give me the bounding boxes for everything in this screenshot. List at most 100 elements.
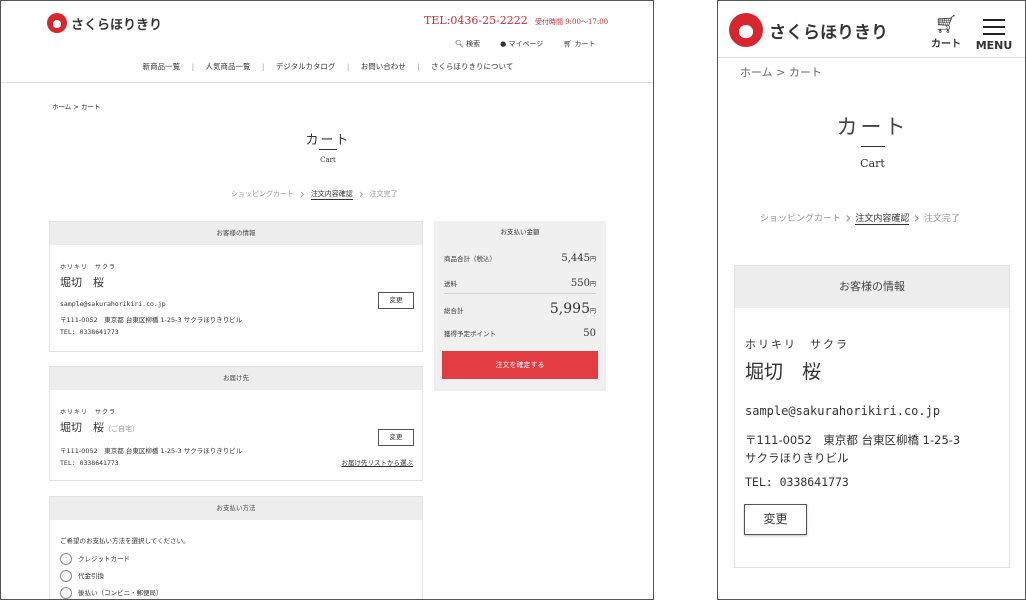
shipping-name: 堀切 桜 (60, 421, 104, 434)
payment-option-deferred[interactable]: 後払い（コンビニ・郵便局） (60, 585, 163, 599)
shipping-name-row: 堀切 桜（ご自宅） (60, 419, 139, 435)
brand-logo[interactable]: さくらほりきり (729, 13, 888, 47)
radio-icon[interactable] (60, 587, 72, 599)
global-nav: 新商品一覧 | 人気商品一覧 | デジタルカタログ | お問い合わせ | さくら… (1, 61, 653, 72)
step-chevron-icon: › (845, 208, 852, 227)
header-divider (1, 82, 653, 83)
page-title: カート (305, 133, 351, 148)
step-cart: ショッピングカート (231, 190, 294, 198)
checkout-steps: ショッピングカート › 注文内容確認 › 注文完了 (760, 208, 960, 227)
nav-separator: | (261, 62, 265, 71)
payment-method-panel: お支払い方法 ご希望のお支払い方法を選択してください。 クレジットカード 代金引… (49, 496, 423, 599)
title-underline (861, 146, 885, 147)
nav-contact[interactable]: お問い合わせ (361, 62, 406, 71)
menu-label: MENU (975, 39, 1013, 52)
step-chevron-icon: › (300, 187, 305, 201)
page-subtitle: Cart (320, 156, 336, 164)
payment-heading: お支払い方法 (50, 497, 422, 520)
summary-rows: 商品合計（税込） 5,445円 送料 550円 総合計 5,995円 獲得予定ポ… (444, 243, 596, 346)
payment-option-cod[interactable]: 代金引換 (60, 568, 163, 585)
header-divider (718, 57, 1025, 58)
shipping-address: 〒111-0052 東京都 台東区柳橋 1-25-3 サクラほりきりビル (60, 447, 243, 455)
nav-separator: | (346, 62, 350, 71)
customer-kana: ホリキリ サクラ (745, 338, 849, 351)
breadcrumb: ホーム > カート (52, 103, 101, 111)
customer-change-button[interactable]: 変更 (744, 504, 807, 535)
desktop-view: さくらほりきり TEL:0436-25-2222 受付時間 9:00～17:00… (0, 0, 654, 600)
sakura-logo-icon (47, 13, 67, 33)
customer-kana: ホリキリ サクラ (60, 264, 117, 271)
customer-address-line1: 〒111-0052 東京都 台東区柳橋 1-25-3 (745, 433, 961, 447)
step-complete: 注文完了 (923, 214, 960, 224)
shipping-change-button[interactable]: 変更 (378, 429, 414, 446)
sakura-logo-icon (729, 13, 763, 47)
shipping-heading: お届け先 (50, 367, 422, 390)
nav-new-products[interactable]: 新商品一覧 (143, 62, 181, 71)
step-confirm-current: 注文内容確認 (855, 211, 910, 225)
brand-logo[interactable]: さくらほりきり (47, 13, 162, 33)
user-icon: ● (500, 40, 507, 48)
shipping-panel: お届け先 ホリキリ サクラ 堀切 桜（ご自宅） 〒111-0052 東京都 台東… (49, 366, 423, 481)
payment-prompt: ご希望のお支払い方法を選択してください。 (60, 537, 190, 545)
confirm-order-button[interactable]: 注文を確定する (442, 351, 598, 379)
customer-address-line2: サクラほりきりビル (745, 451, 849, 465)
cart-icon: 🛒︎ (563, 40, 573, 48)
payment-option-credit[interactable]: クレジットカード (60, 551, 163, 568)
cart-link[interactable]: 🛒︎ カート (563, 39, 595, 49)
customer-info-panel: お客様の情報 ホリキリ サクラ 堀切 桜 sample@sakurahoriki… (49, 221, 423, 352)
customer-change-button[interactable]: 変更 (378, 292, 414, 309)
mypage-link[interactable]: ● マイページ (500, 39, 543, 49)
step-complete: 注文完了 (369, 190, 398, 198)
payment-options: クレジットカード 代金引換 後払い（コンビニ・郵便局） (60, 551, 163, 599)
customer-email: sample@sakurahorikiri.co.jp (60, 300, 166, 308)
mobile-view: さくらほりきり 🛒︎ カート MENU ホーム > カート カート Cart シ… (717, 0, 1026, 600)
customer-info-panel: お客様の情報 ホリキリ サクラ 堀切 桜 sample@sakurahoriki… (734, 265, 1010, 568)
summary-row-subtotal: 商品合計（税込） 5,445円 (444, 253, 596, 264)
nav-separator: | (417, 62, 420, 71)
brand-name: さくらほりきり (769, 22, 888, 43)
nav-separator: | (191, 62, 195, 71)
radio-icon[interactable] (60, 553, 72, 565)
mobile-menu-button[interactable]: MENU (974, 19, 1014, 52)
shipping-list-link[interactable]: お届け先リストから選ぶ (342, 457, 414, 467)
shipping-suffix: （ご自宅） (104, 425, 139, 433)
summary-heading: お支払い金額 (500, 228, 540, 236)
search-link[interactable]: 🔍︎ 検索 (455, 39, 480, 49)
page-subtitle: Cart (860, 157, 885, 170)
customer-email: sample@sakurahorikiri.co.jp (745, 404, 941, 418)
nav-popular-products[interactable]: 人気商品一覧 (205, 62, 250, 71)
breadcrumb: ホーム > カート (740, 66, 822, 79)
header-tel: TEL:0436-25-2222 (424, 14, 528, 27)
checkout-steps: ショッピングカート › 注文内容確認 › 注文完了 (231, 187, 398, 201)
step-chevron-icon: › (913, 208, 920, 227)
nav-digital-catalog[interactable]: デジタルカタログ (276, 62, 336, 71)
cart-icon: 🛒︎ (934, 14, 958, 35)
nav-about[interactable]: さくらほりきりについて (431, 62, 513, 71)
business-hours: 受付時間 9:00～17:00 (535, 18, 609, 26)
shipping-tel: TEL: 0338641773 (60, 459, 119, 467)
hamburger-icon (983, 19, 1005, 35)
search-icon: 🔍︎ (455, 40, 464, 48)
brand-name: さくらほりきり (71, 17, 163, 33)
customer-address: 〒111-0052 東京都 台東区柳橋 1-25-3 サクラほりきりビル (60, 316, 243, 324)
shipping-kana: ホリキリ サクラ (60, 409, 117, 416)
customer-address: 〒111-0052 東京都 台東区柳橋 1-25-3 サクラほりきりビル (745, 431, 960, 467)
customer-info-heading: お客様の情報 (735, 266, 1009, 308)
step-chevron-icon: › (358, 187, 364, 201)
order-summary-panel: お支払い金額 商品合計（税込） 5,445円 送料 550円 総合計 5,995… (434, 221, 606, 391)
title-underline (319, 149, 337, 150)
customer-tel: TEL: 0338641773 (60, 328, 119, 336)
step-cart: ショッピングカート (760, 214, 842, 224)
page-title: カート (836, 115, 909, 139)
radio-icon[interactable] (60, 570, 72, 582)
customer-name: 堀切 桜 (60, 276, 104, 289)
mobile-cart-button[interactable]: 🛒︎ カート (928, 14, 964, 51)
summary-row-total: 総合計 5,995円 (444, 301, 596, 317)
customer-info-heading: お客様の情報 (50, 222, 422, 245)
customer-name: 堀切 桜 (745, 361, 822, 383)
utility-links: 🔍︎ 検索 ● マイページ 🛒︎ カート (455, 39, 595, 49)
customer-tel: TEL: 0338641773 (745, 475, 849, 489)
step-confirm-current: 注文内容確認 (310, 189, 353, 200)
tel-number: TEL:0436-25-2222 (424, 14, 528, 27)
cart-label: カート (931, 39, 961, 50)
